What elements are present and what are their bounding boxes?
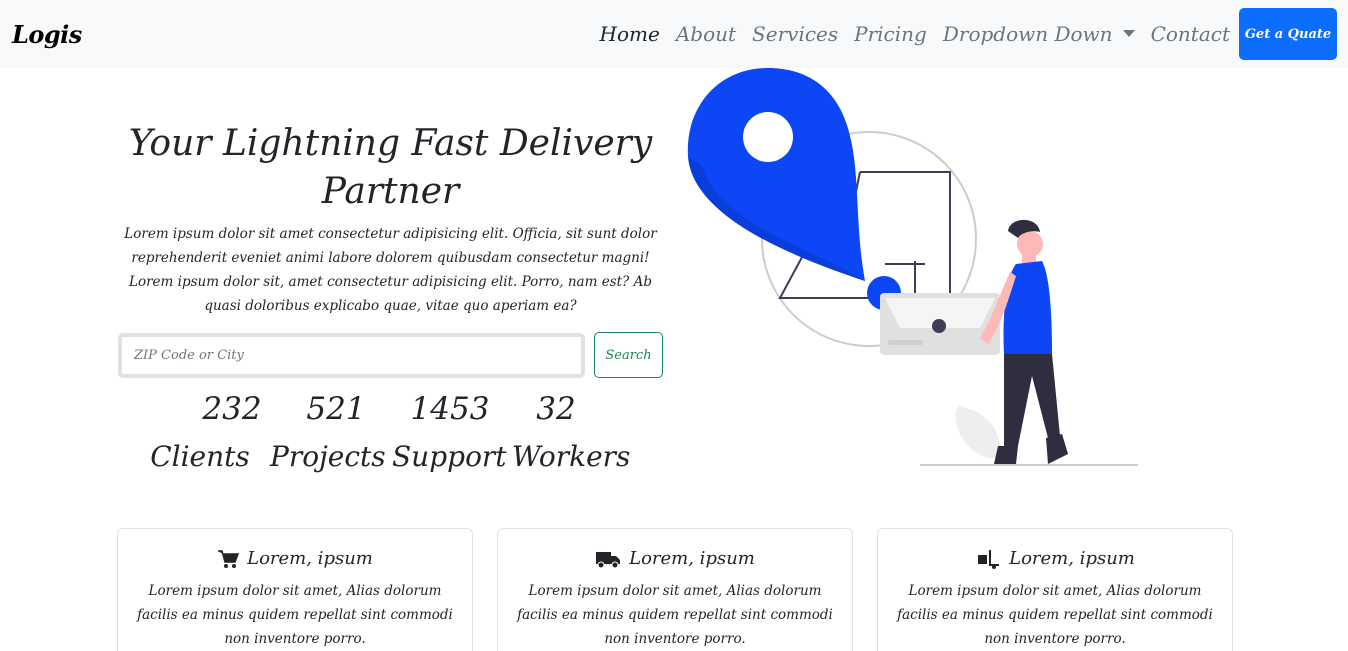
stat-clients-label-wrap: Clients	[150, 389, 250, 477]
stat-workers-label-wrap: Workers	[512, 389, 631, 477]
card-title: Lorem, ipsum	[1009, 548, 1135, 569]
stat-label: Clients	[150, 440, 250, 473]
get-quote-button[interactable]: Get a Quate	[1239, 8, 1337, 60]
card-text: Lorem ipsum dolor sit amet, Alias doloru…	[517, 583, 833, 647]
nav-links: Home About Services Pricing Dropdown Dow…	[584, 22, 1230, 46]
card-title: Lorem, ipsum	[247, 548, 373, 569]
hero-description: Lorem ipsum dolor sit amet consectetur a…	[124, 226, 657, 314]
navbar: Logis Home About Services Pricing Dropdo…	[0, 0, 1348, 68]
card-header: Lorem, ipsum	[878, 548, 1232, 569]
stat-label: Projects	[270, 440, 386, 473]
feature-card: Lorem, ipsum Lorem ipsum dolor sit amet,…	[877, 528, 1233, 651]
dolly-icon	[978, 549, 1000, 569]
truck-icon	[596, 551, 621, 568]
card-title: Lorem, ipsum	[629, 548, 755, 569]
zip-search-input[interactable]: ZIP Code or City	[118, 333, 585, 378]
nav-dropdown-label: Dropdown Down	[942, 22, 1113, 46]
stat-label: Support	[392, 440, 507, 473]
feature-card: Lorem, ipsum Lorem ipsum dolor sit amet,…	[497, 528, 853, 651]
nav-link-services[interactable]: Services	[752, 22, 838, 46]
nav-dropdown[interactable]: Dropdown Down	[943, 22, 1135, 46]
nav-link-home[interactable]: Home	[600, 22, 660, 46]
card-header: Lorem, ipsum	[118, 548, 472, 569]
delivery-illustration	[687, 68, 1138, 466]
feature-card: Lorem, ipsum Lorem ipsum dolor sit amet,…	[117, 528, 473, 651]
card-text: Lorem ipsum dolor sit amet, Alias doloru…	[137, 583, 453, 647]
hero-title: Your Lightning Fast Delivery Partner	[128, 123, 653, 212]
search-button[interactable]: Search	[594, 332, 663, 378]
card-text: Lorem ipsum dolor sit amet, Alias doloru…	[897, 583, 1213, 647]
cart-icon	[218, 549, 240, 568]
stat-projects-label-wrap: Projects	[270, 389, 386, 477]
brand-logo[interactable]: Logis	[12, 20, 82, 49]
nav-link-about[interactable]: About	[676, 22, 736, 46]
card-header: Lorem, ipsum	[498, 548, 852, 569]
nav-link-contact[interactable]: Contact	[1151, 22, 1230, 46]
stat-label: Workers	[512, 440, 631, 473]
stat-support-label-wrap: Support	[392, 389, 507, 477]
caret-down-icon	[1122, 30, 1135, 37]
nav-link-pricing[interactable]: Pricing	[854, 22, 927, 46]
